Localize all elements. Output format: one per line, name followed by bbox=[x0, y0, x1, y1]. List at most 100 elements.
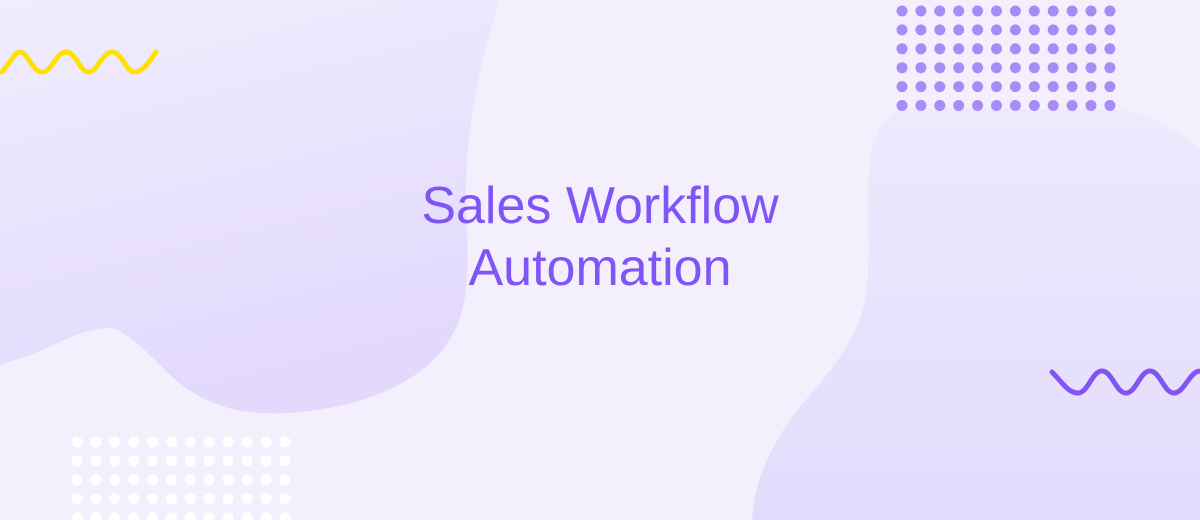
decor-dot bbox=[260, 455, 272, 467]
decor-dot bbox=[1028, 5, 1040, 17]
decor-dot bbox=[241, 474, 253, 486]
decor-dot bbox=[953, 43, 965, 55]
decor-dot bbox=[1085, 81, 1097, 93]
decor-dot bbox=[222, 512, 234, 520]
decor-dot bbox=[972, 24, 984, 36]
decor-dot bbox=[203, 436, 215, 448]
decor-dot bbox=[972, 100, 984, 111]
decor-dot bbox=[71, 474, 83, 486]
hero-banner: Sales Workflow Automation bbox=[0, 0, 1200, 520]
decor-dot bbox=[71, 512, 83, 520]
decor-dot bbox=[203, 455, 215, 467]
decor-dot bbox=[1066, 43, 1078, 55]
decor-dot bbox=[896, 43, 908, 55]
decor-dot bbox=[109, 512, 121, 520]
decor-dot bbox=[972, 62, 984, 74]
decor-dot bbox=[915, 5, 927, 17]
decor-dot bbox=[241, 512, 253, 520]
decor-dot bbox=[128, 493, 140, 505]
decor-dot bbox=[279, 474, 291, 486]
decor-dot bbox=[1047, 5, 1059, 17]
decor-dot bbox=[1028, 100, 1040, 111]
decor-dot bbox=[953, 100, 965, 111]
decor-dot bbox=[1104, 81, 1116, 93]
decor-dot bbox=[953, 62, 965, 74]
decor-dot bbox=[184, 455, 196, 467]
decor-dot bbox=[1028, 24, 1040, 36]
decor-dot bbox=[222, 455, 234, 467]
decor-dot bbox=[991, 100, 1002, 111]
decor-dot bbox=[90, 493, 102, 505]
bottom-left-dot-grid bbox=[71, 436, 291, 520]
decor-dot bbox=[915, 100, 927, 111]
decor-dot bbox=[896, 100, 908, 111]
decor-dot bbox=[1047, 81, 1059, 93]
decor-dot bbox=[1009, 100, 1021, 111]
decor-dot bbox=[260, 474, 272, 486]
decor-dot bbox=[166, 455, 177, 467]
decor-dot bbox=[991, 5, 1002, 17]
decor-dot bbox=[166, 493, 177, 505]
decor-dot bbox=[128, 474, 140, 486]
decor-dot bbox=[1047, 43, 1059, 55]
decor-dot bbox=[147, 493, 159, 505]
decor-dot bbox=[203, 512, 215, 520]
decor-dot bbox=[1066, 24, 1078, 36]
decor-dot bbox=[147, 455, 159, 467]
decor-dot bbox=[1028, 81, 1040, 93]
decor-dot bbox=[184, 474, 196, 486]
decor-dot bbox=[953, 24, 965, 36]
decor-dot bbox=[972, 81, 984, 93]
decor-dot bbox=[147, 436, 159, 448]
decor-dot bbox=[915, 62, 927, 74]
decor-dot bbox=[1066, 5, 1078, 17]
top-right-dot-grid bbox=[896, 5, 1116, 111]
decor-dot bbox=[934, 43, 946, 55]
decor-dot bbox=[991, 62, 1002, 74]
decor-dot bbox=[1104, 100, 1116, 111]
decor-dot bbox=[109, 436, 121, 448]
title-line-1: Sales Workflow bbox=[421, 177, 779, 235]
decor-dot bbox=[1104, 24, 1116, 36]
decor-dot bbox=[222, 474, 234, 486]
decor-dot bbox=[1009, 5, 1021, 17]
decor-dot bbox=[128, 455, 140, 467]
decor-dot bbox=[279, 455, 291, 467]
decor-dot bbox=[1066, 62, 1078, 74]
decor-dot bbox=[915, 43, 927, 55]
decor-dot bbox=[109, 474, 121, 486]
decor-dot bbox=[896, 24, 908, 36]
decor-dot bbox=[203, 474, 215, 486]
decor-dot bbox=[90, 436, 102, 448]
decor-dot bbox=[934, 5, 946, 17]
decor-dot bbox=[71, 436, 83, 448]
decor-dot bbox=[241, 455, 253, 467]
decor-dot bbox=[934, 81, 946, 93]
decor-dot bbox=[972, 43, 984, 55]
decor-dot bbox=[1085, 5, 1097, 17]
decor-dot bbox=[241, 493, 253, 505]
decor-dot bbox=[90, 512, 102, 520]
page-title: Sales Workflow Automation bbox=[0, 175, 1200, 299]
decor-dot bbox=[260, 436, 272, 448]
decor-dot bbox=[109, 493, 121, 505]
decor-dot bbox=[71, 455, 83, 467]
decor-dot bbox=[1009, 43, 1021, 55]
decor-dot bbox=[1047, 62, 1059, 74]
decor-dot bbox=[1104, 62, 1116, 74]
decor-dot bbox=[1047, 100, 1059, 111]
decor-dot bbox=[90, 455, 102, 467]
decor-dot bbox=[147, 474, 159, 486]
decor-dot bbox=[934, 100, 946, 111]
decor-dot bbox=[1066, 81, 1078, 93]
decor-dot bbox=[260, 512, 272, 520]
decor-dot bbox=[1104, 5, 1116, 17]
decor-dot bbox=[1085, 43, 1097, 55]
decor-dot bbox=[1009, 24, 1021, 36]
decor-dot bbox=[128, 512, 140, 520]
decor-dot bbox=[953, 81, 965, 93]
decor-dot bbox=[915, 24, 927, 36]
decor-dot bbox=[1104, 43, 1116, 55]
decor-dot bbox=[166, 436, 177, 448]
decor-dot bbox=[896, 81, 908, 93]
